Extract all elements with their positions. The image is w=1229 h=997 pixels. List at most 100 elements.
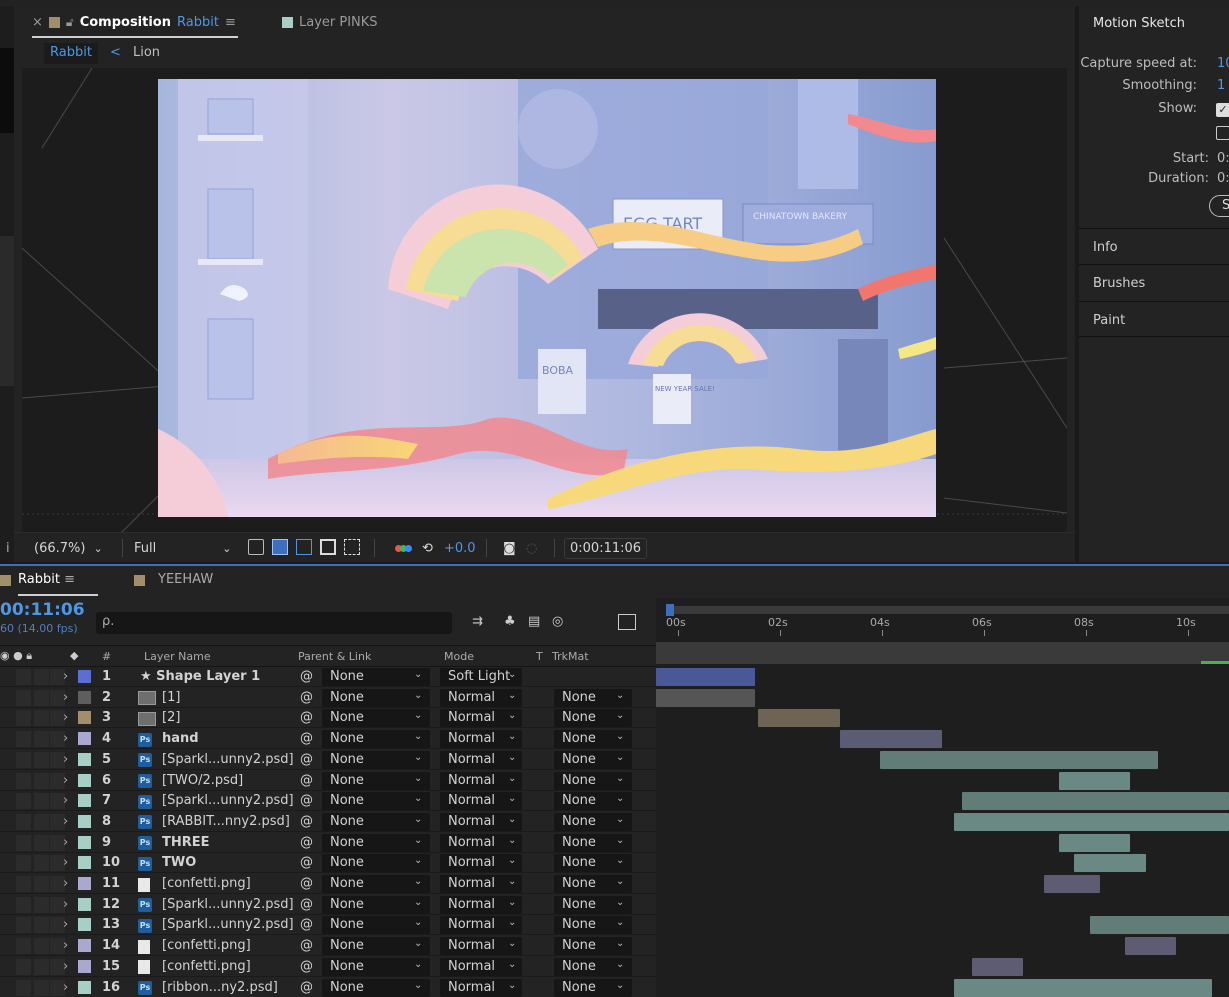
- paint-panel-header[interactable]: Paint: [1079, 301, 1229, 337]
- layer-name[interactable]: [confetti.png]: [162, 959, 251, 974]
- label-color-swatch[interactable]: [78, 773, 91, 787]
- blend-mode-dropdown[interactable]: Normal ⌄: [440, 937, 522, 956]
- blend-mode-dropdown[interactable]: Normal ⌄: [440, 875, 522, 893]
- solo-switch[interactable]: [34, 772, 49, 789]
- layer-row[interactable]: › 2 [1] @ None ⌄ Normal ⌄ None ⌄: [0, 688, 656, 708]
- parent-dropdown[interactable]: None ⌄: [322, 875, 430, 893]
- trkmat-dropdown[interactable]: None ⌄: [554, 792, 632, 811]
- shy-layers-icon[interactable]: ♣: [504, 614, 516, 629]
- solo-switch[interactable]: [34, 896, 49, 913]
- layer-name[interactable]: [confetti.png]: [162, 876, 251, 891]
- reset-exposure-icon[interactable]: ⟲: [422, 539, 433, 558]
- parent-dropdown[interactable]: None ⌄: [322, 750, 430, 769]
- show-wireframe-checkbox[interactable]: ✓: [1216, 103, 1229, 117]
- trkmat-dropdown[interactable]: None ⌄: [554, 937, 632, 956]
- nav-rabbit[interactable]: Rabbit: [44, 43, 98, 64]
- layer-duration-bar[interactable]: [1043, 875, 1100, 893]
- tab-menu-icon[interactable]: ≡: [225, 15, 236, 30]
- mask-path-icon[interactable]: [296, 539, 312, 555]
- composition-viewer[interactable]: EGG TART CHINATOWN BAKERY BOBA NEW YEAR …: [22, 68, 1067, 532]
- label-color-swatch[interactable]: [78, 732, 91, 746]
- solo-switch[interactable]: [34, 917, 49, 934]
- trkmat-dropdown[interactable]: None ⌄: [554, 875, 632, 893]
- blend-mode-dropdown[interactable]: Normal ⌄: [440, 895, 522, 914]
- blend-mode-dropdown[interactable]: Normal ⌄: [440, 750, 522, 769]
- layer-search-input[interactable]: ρ.: [96, 612, 452, 634]
- expand-chevron-icon[interactable]: ›: [63, 897, 68, 912]
- graph-editor-icon[interactable]: [618, 614, 636, 630]
- label-color-swatch[interactable]: [78, 897, 91, 911]
- parent-dropdown[interactable]: None ⌄: [322, 957, 430, 976]
- expand-chevron-icon[interactable]: ›: [63, 731, 68, 746]
- blend-mode-dropdown[interactable]: Normal ⌄: [440, 957, 522, 976]
- solo-switch[interactable]: [34, 876, 49, 892]
- layer-duration-bar[interactable]: [656, 668, 756, 686]
- parent-dropdown[interactable]: None ⌄: [322, 771, 430, 790]
- parent-dropdown[interactable]: None ⌄: [322, 792, 430, 811]
- layer-duration-bar[interactable]: [880, 750, 1159, 769]
- pickwhip-icon[interactable]: @: [300, 793, 313, 808]
- trkmat-dropdown[interactable]: None ⌄: [554, 916, 632, 935]
- blend-mode-dropdown[interactable]: Normal ⌄: [440, 854, 522, 873]
- layer-duration-bar[interactable]: [1058, 771, 1131, 790]
- expand-chevron-icon[interactable]: ›: [63, 959, 68, 974]
- layer-row[interactable]: › 6 Ps [TWO/2.psd] @ None ⌄ Normal ⌄ None ⌄: [0, 771, 656, 791]
- pickwhip-icon[interactable]: @: [300, 773, 313, 788]
- pickwhip-icon[interactable]: @: [300, 690, 313, 705]
- fast-previews-icon[interactable]: [248, 539, 264, 555]
- start-capture-button[interactable]: S: [1209, 195, 1229, 217]
- video-switch[interactable]: [16, 813, 31, 830]
- blend-mode-dropdown[interactable]: Normal ⌄: [440, 916, 522, 935]
- layer-row[interactable]: › 7 Ps [Sparkl...unny2.psd] @ None ⌄ Normal ⌄ Non…: [0, 791, 656, 812]
- trkmat-dropdown[interactable]: None ⌄: [554, 833, 632, 852]
- parent-dropdown[interactable]: None ⌄: [322, 668, 430, 686]
- layer-name[interactable]: [2]: [162, 710, 180, 725]
- pickwhip-icon[interactable]: @: [300, 855, 313, 870]
- blend-mode-dropdown[interactable]: Normal ⌄: [440, 688, 522, 707]
- expand-chevron-icon[interactable]: ›: [63, 690, 68, 705]
- layer-row[interactable]: › 10 Ps TWO @ None ⌄ Normal ⌄ None ⌄: [0, 853, 656, 874]
- layer-duration-bar[interactable]: [758, 709, 840, 728]
- pickwhip-icon[interactable]: @: [300, 835, 313, 850]
- parent-dropdown[interactable]: None ⌄: [322, 916, 430, 935]
- pickwhip-icon[interactable]: @: [300, 669, 313, 684]
- label-color-swatch[interactable]: [78, 794, 91, 808]
- solo-switch[interactable]: [34, 958, 49, 975]
- parent-dropdown[interactable]: None ⌄: [322, 833, 430, 852]
- channel-icon[interactable]: [395, 539, 412, 558]
- layer-duration-bar[interactable]: [1074, 854, 1146, 873]
- layer-duration-bar[interactable]: [839, 730, 942, 749]
- layer-name[interactable]: [ribbon...ny2.psd]: [162, 980, 278, 995]
- label-color-swatch[interactable]: [78, 939, 91, 953]
- pickwhip-icon[interactable]: @: [300, 938, 313, 953]
- layer-duration-bar[interactable]: [1089, 916, 1229, 935]
- expand-chevron-icon[interactable]: ›: [63, 876, 68, 891]
- trkmat-dropdown[interactable]: None ⌄: [554, 688, 632, 707]
- video-switch[interactable]: [16, 751, 31, 768]
- blend-mode-dropdown[interactable]: Normal ⌄: [440, 709, 522, 728]
- layer-row[interactable]: › 1 ★ Shape Layer 1 @ None ⌄ Soft Light ⌄: [0, 667, 656, 687]
- info-panel-header[interactable]: Info: [1079, 228, 1229, 264]
- smoothing-value[interactable]: 1: [1217, 78, 1225, 93]
- label-color-swatch[interactable]: [78, 835, 91, 849]
- resolution-dropdown[interactable]: Full ⌄: [134, 539, 231, 558]
- parent-dropdown[interactable]: None ⌄: [322, 978, 430, 997]
- video-switch[interactable]: [16, 876, 31, 892]
- blend-mode-dropdown[interactable]: Soft Light ⌄: [440, 668, 522, 686]
- pickwhip-icon[interactable]: @: [300, 876, 313, 891]
- trkmat-dropdown[interactable]: None ⌄: [554, 895, 632, 914]
- brushes-panel-header[interactable]: Brushes: [1079, 264, 1229, 300]
- layer-row[interactable]: › 8 Ps [RABBIT...nny2.psd] @ None ⌄ Normal ⌄ None…: [0, 812, 656, 832]
- trkmat-dropdown[interactable]: None ⌄: [554, 771, 632, 790]
- layer-name[interactable]: [1]: [162, 690, 180, 705]
- layer-name[interactable]: [Sparkl...unny2.psd]: [162, 917, 294, 932]
- expand-chevron-icon[interactable]: ›: [63, 938, 68, 953]
- pickwhip-icon[interactable]: @: [300, 752, 313, 767]
- trkmat-dropdown[interactable]: None ⌄: [554, 957, 632, 976]
- pickwhip-icon[interactable]: @: [300, 917, 313, 932]
- label-color-swatch[interactable]: [78, 918, 91, 932]
- expand-chevron-icon[interactable]: ›: [63, 669, 68, 684]
- layer-row[interactable]: › 4 Ps hand @ None ⌄ Normal ⌄ None ⌄: [0, 729, 656, 750]
- layer-name[interactable]: [Sparkl...unny2.psd]: [162, 793, 294, 808]
- trkmat-dropdown[interactable]: None ⌄: [554, 750, 632, 769]
